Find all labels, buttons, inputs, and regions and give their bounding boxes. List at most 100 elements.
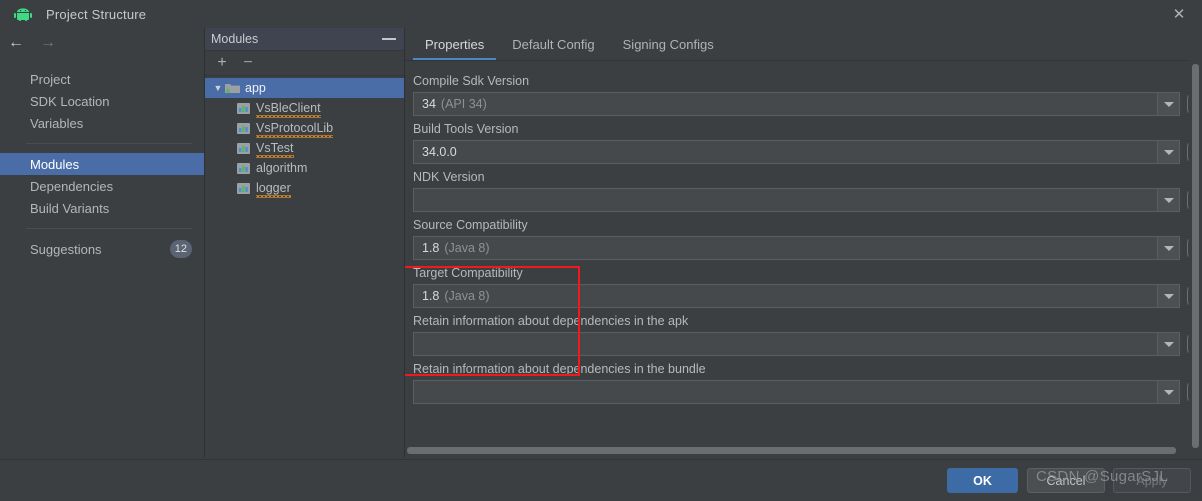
module-icon <box>237 182 251 195</box>
modules-toolbar: + − <box>205 51 404 76</box>
tree-item-logger[interactable]: logger <box>205 178 404 198</box>
left-navigation: ← → Project SDK Location Variables Modules D… <box>0 28 205 458</box>
field-retain-information-about-dependencies-in-the-apk: Retain information about dependencies in… <box>405 308 1202 356</box>
tree-item-label: algorithm <box>256 161 308 175</box>
dropdown-target-compatibility[interactable] <box>1158 284 1180 308</box>
field-row: 34 (API 34) <box>405 92 1202 116</box>
input-build-tools-version[interactable]: 34.0.0 <box>413 140 1158 164</box>
horizontal-scrollbar[interactable] <box>405 446 1189 455</box>
remove-module-button[interactable]: − <box>241 55 255 71</box>
input-retain-information-about-dependencies-in-the-bundle[interactable] <box>413 380 1158 404</box>
sidebar-item-label: Variables <box>30 115 84 131</box>
sidebar-item-variables[interactable]: Variables <box>0 112 204 134</box>
vertical-scrollbar[interactable] <box>1189 60 1202 458</box>
field-retain-information-about-dependencies-in-the-bundle: Retain information about dependencies in… <box>405 356 1202 404</box>
dropdown-build-tools-version[interactable] <box>1158 140 1180 164</box>
sidebar-item-label: Modules <box>30 156 80 172</box>
tree-item-label: VsProtocolLib <box>256 121 334 138</box>
nav-separator <box>26 228 192 229</box>
field-target-compatibility: Target Compatibility 1.8 (Java 8) <box>405 260 1202 308</box>
sidebar-item-label: Suggestions <box>30 241 102 257</box>
arrow-right-icon[interactable]: → <box>40 35 56 51</box>
ok-button[interactable]: OK <box>947 468 1018 493</box>
field-label: Retain information about dependencies in… <box>413 314 689 328</box>
tree-item-vstest[interactable]: VsTest <box>205 138 404 158</box>
modules-panel-title: Modules <box>211 32 259 46</box>
input-source-compatibility[interactable]: 1.8 (Java 8) <box>413 236 1158 260</box>
dropdown-source-compatibility[interactable] <box>1158 236 1180 260</box>
input-retain-information-about-dependencies-in-the-apk[interactable] <box>413 332 1158 356</box>
tab-signing-configs[interactable]: Signing Configs <box>609 29 728 60</box>
content-panel: Properties Default Config Signing Configs … <box>405 28 1202 458</box>
field-source-compatibility: Source Compatibility 1.8 (Java 8) <box>405 212 1202 260</box>
field-value-hint: (Java 8) <box>444 289 490 303</box>
sidebar-item-suggestions[interactable]: Suggestions 12 <box>0 238 204 260</box>
dialog-footer: OK Cancel Apply <box>0 459 1202 501</box>
sidebar-item-label: Build Variants <box>30 200 110 216</box>
field-label: Source Compatibility <box>413 218 528 232</box>
field-ndk-version: NDK Version <box>405 164 1202 212</box>
nav-history-controls: ← → <box>0 28 204 58</box>
tab-bar: Properties Default Config Signing Configs <box>405 28 1202 61</box>
vertical-scrollbar-thumb[interactable] <box>1192 64 1199 448</box>
sidebar-item-dependencies[interactable]: Dependencies <box>0 175 204 197</box>
minimize-icon[interactable] <box>382 38 396 40</box>
field-label: Compile Sdk Version <box>413 74 530 88</box>
field-label: Retain information about dependencies in… <box>413 362 706 376</box>
dropdown-compile-sdk-version[interactable] <box>1158 92 1180 116</box>
field-value: 1.8 <box>422 289 440 303</box>
close-icon[interactable]: ✕ <box>1156 0 1202 28</box>
module-icon <box>237 142 251 155</box>
input-target-compatibility[interactable]: 1.8 (Java 8) <box>413 284 1158 308</box>
modules-panel-header: Modules <box>205 28 404 51</box>
field-row <box>405 332 1202 356</box>
tree-item-label: app <box>245 81 266 95</box>
sidebar-item-build-variants[interactable]: Build Variants <box>0 197 204 219</box>
tree-item-vsprotocollib[interactable]: VsProtocolLib <box>205 118 404 138</box>
chevron-down-icon <box>1163 341 1174 347</box>
horizontal-scrollbar-thumb[interactable] <box>407 447 1176 454</box>
sidebar-item-label: Project <box>30 71 71 87</box>
field-row: 34.0.0 <box>405 140 1202 164</box>
module-tree: ▼ app VsBleClient VsProtocolLib VsTest algori… <box>205 76 404 198</box>
sidebar-item-label: SDK Location <box>30 93 110 109</box>
field-value-hint: (API 34) <box>440 97 487 111</box>
dropdown-retain-information-about-dependencies-in-the-bundle[interactable] <box>1158 380 1180 404</box>
sidebar-item-modules[interactable]: Modules <box>0 153 204 175</box>
sidebar-item-sdk-location[interactable]: SDK Location <box>0 90 204 112</box>
nav-list: Project SDK Location Variables Modules Depen… <box>0 58 204 260</box>
dropdown-retain-information-about-dependencies-in-the-apk[interactable] <box>1158 332 1180 356</box>
tab-default-config[interactable]: Default Config <box>498 29 608 60</box>
tree-item-label: VsTest <box>256 141 294 158</box>
window-title: Project Structure <box>46 6 147 22</box>
chevron-down-icon <box>1163 389 1174 395</box>
tree-item-app[interactable]: ▼ app <box>205 78 404 98</box>
field-build-tools-version: Build Tools Version 34.0.0 <box>405 116 1202 164</box>
chevron-down-icon <box>1163 197 1174 203</box>
field-value-hint: (Java 8) <box>444 241 490 255</box>
tree-item-algorithm[interactable]: algorithm <box>205 158 404 178</box>
modules-panel: Modules + − ▼ app VsBleClient VsProtocolLib… <box>205 28 405 458</box>
field-value: 1.8 <box>422 241 440 255</box>
input-compile-sdk-version[interactable]: 34 (API 34) <box>413 92 1158 116</box>
arrow-left-icon[interactable]: ← <box>8 35 24 51</box>
module-icon <box>237 102 251 115</box>
tree-item-vsbleclient[interactable]: VsBleClient <box>205 98 404 118</box>
chevron-down-icon <box>1163 245 1174 251</box>
field-row: 1.8 (Java 8) <box>405 284 1202 308</box>
project-structure-dialog: Project Structure ✕ ← → Project SDK Locat… <box>0 0 1202 501</box>
add-module-button[interactable]: + <box>215 55 229 71</box>
field-row <box>405 188 1202 212</box>
field-value: 34.0.0 <box>422 145 457 159</box>
field-value: 34 <box>422 97 436 111</box>
tab-properties[interactable]: Properties <box>411 29 498 60</box>
tab-label: Signing Configs <box>622 37 714 52</box>
dropdown-ndk-version[interactable] <box>1158 188 1180 212</box>
tab-label: Default Config <box>512 37 595 52</box>
input-ndk-version[interactable] <box>413 188 1158 212</box>
sidebar-item-label: Dependencies <box>30 178 114 194</box>
chevron-down-icon[interactable]: ▼ <box>211 83 225 93</box>
sidebar-item-project[interactable]: Project <box>0 68 204 90</box>
title-bar: Project Structure ✕ <box>0 0 1202 29</box>
properties-form: Compile Sdk Version 34 (API 34) Build Tools… <box>405 60 1202 458</box>
